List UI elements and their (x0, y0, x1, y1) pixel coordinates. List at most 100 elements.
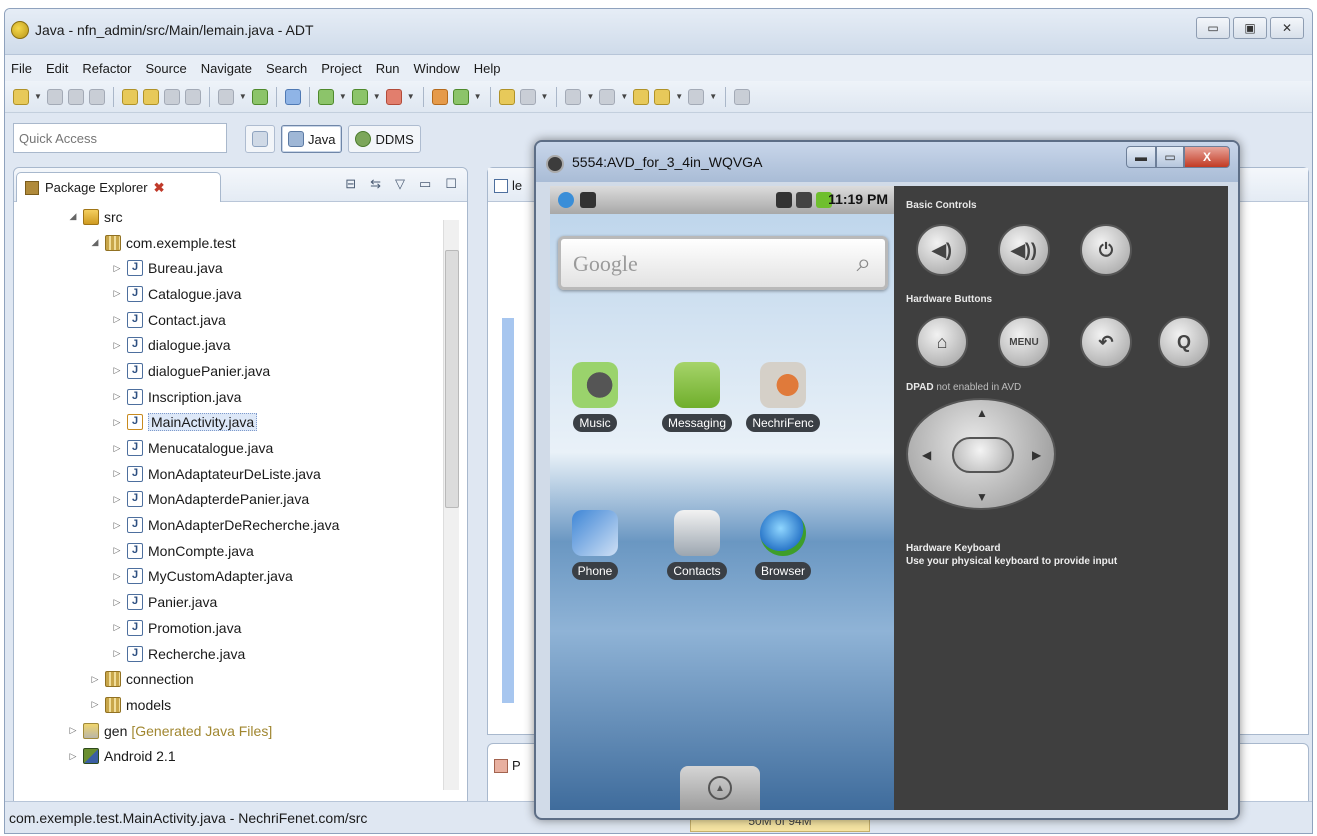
checkbox-dropdown-icon[interactable]: ▼ (239, 92, 247, 101)
dpad-left-icon[interactable]: ◀ (922, 448, 931, 462)
tree-item[interactable]: ▷ Menucatalogue.java (14, 435, 444, 461)
menu-refactor[interactable]: Refactor (82, 61, 131, 76)
tree-item[interactable]: ◢ com.exemple.test (14, 230, 444, 256)
collapsed-arrow-icon[interactable]: ▷ (66, 725, 80, 736)
editor-tab[interactable]: le (494, 178, 522, 193)
menu-project[interactable]: Project (321, 61, 361, 76)
window-icon[interactable] (163, 88, 180, 105)
collapsed-arrow-icon[interactable]: ▷ (110, 263, 124, 274)
android-sdk-icon[interactable] (251, 88, 268, 105)
app-drawer-handle[interactable]: ▲ (680, 766, 760, 810)
tree-item[interactable]: ◢ src (14, 204, 444, 230)
new-dropdown-icon[interactable]: ▼ (34, 92, 42, 101)
view-menu-icon[interactable]: ▽ (395, 176, 405, 192)
collapsed-arrow-icon[interactable]: ▷ (110, 417, 124, 428)
java-perspective-button[interactable]: Java (281, 125, 343, 153)
menu-help[interactable]: Help (474, 61, 501, 76)
collapsed-arrow-icon[interactable]: ▷ (110, 545, 124, 556)
collapsed-arrow-icon[interactable]: ▷ (110, 443, 124, 454)
app-messaging[interactable]: Messaging (652, 362, 742, 435)
tree-item[interactable]: ▷ Contact.java (14, 307, 444, 333)
open-perspective-button[interactable] (245, 125, 275, 153)
tree-item[interactable]: ▷ Panier.java (14, 589, 444, 615)
tree-item[interactable]: ▷ Inscription.java (14, 384, 444, 410)
pencil-dropdown-icon[interactable]: ▼ (541, 92, 549, 101)
menu-source[interactable]: Source (146, 61, 187, 76)
tree-item[interactable]: ▷ dialoguePanier.java (14, 358, 444, 384)
collapsed-arrow-icon[interactable]: ▷ (110, 622, 124, 633)
power-button[interactable]: ⏻ (1080, 224, 1132, 276)
package-explorer-tab[interactable]: Package Explorer ✖ (16, 172, 221, 202)
menu-edit[interactable]: Edit (46, 61, 68, 76)
tree-item[interactable]: ▷ Bureau.java (14, 255, 444, 281)
back-dropdown-icon[interactable]: ▼ (675, 92, 683, 101)
collapsed-arrow-icon[interactable]: ▷ (66, 751, 80, 762)
dpad-down-icon[interactable]: ▼ (976, 490, 988, 504)
tree-item[interactable]: ▷ dialogue.java (14, 332, 444, 358)
emulator-maximize-button[interactable]: ▭ (1156, 146, 1184, 168)
collapsed-arrow-icon[interactable]: ▷ (88, 674, 102, 685)
layout-icon[interactable] (184, 88, 201, 105)
collapsed-arrow-icon[interactable]: ▷ (110, 648, 124, 659)
emulator-minimize-button[interactable]: ▬ (1126, 146, 1156, 168)
package-tree-scrollbar[interactable] (443, 220, 459, 790)
tree-item[interactable]: ▷ MyCustomAdapter.java (14, 564, 444, 590)
emulator-close-button[interactable]: X (1184, 146, 1230, 168)
tree-item[interactable]: ▷ Catalogue.java (14, 281, 444, 307)
tree-item[interactable]: ▷ MonAdapterdePanier.java (14, 487, 444, 513)
link-editor-icon[interactable]: ⇆ (370, 176, 381, 192)
next-annotation-dropdown-icon[interactable]: ▼ (586, 92, 594, 101)
pen-icon[interactable] (142, 88, 159, 105)
minimize-view-icon[interactable]: ▭ (419, 176, 431, 192)
expanded-arrow-icon[interactable]: ◢ (66, 211, 80, 222)
external-tools-icon[interactable] (385, 88, 402, 105)
new-class-icon[interactable] (452, 88, 469, 105)
app-phone[interactable]: Phone (550, 510, 640, 583)
collapsed-arrow-icon[interactable]: ▷ (110, 571, 124, 582)
run-icon[interactable] (351, 88, 368, 105)
next-annotation-icon[interactable] (565, 88, 582, 105)
checkbox-icon[interactable] (217, 88, 234, 105)
debug-icon[interactable] (317, 88, 334, 105)
app-contacts[interactable]: Contacts (652, 510, 742, 583)
volume-down-button[interactable]: ◀) (916, 224, 968, 276)
app-nechrifenet[interactable]: NechriFenc (738, 362, 828, 435)
collapse-all-icon[interactable]: ⊟ (345, 176, 356, 192)
new-package-icon[interactable] (431, 88, 448, 105)
scrollbar-thumb[interactable] (445, 250, 459, 508)
maximize-button[interactable]: ▣ (1233, 17, 1267, 39)
collapsed-arrow-icon[interactable]: ▷ (110, 494, 124, 505)
dpad-up-icon[interactable]: ▲ (976, 406, 988, 420)
tree-item[interactable]: ▷ MainActivity.java (14, 410, 444, 436)
tree-item[interactable]: ▷ MonCompte.java (14, 538, 444, 564)
dpad-right-icon[interactable]: ▶ (1032, 448, 1041, 462)
close-button[interactable]: ✕ (1270, 17, 1304, 39)
search-icon[interactable]: ⌕ (856, 247, 871, 279)
menu-window[interactable]: Window (414, 61, 460, 76)
debug-dropdown-icon[interactable]: ▼ (339, 92, 347, 101)
new-icon[interactable] (13, 88, 29, 105)
search-button[interactable]: Q (1158, 316, 1210, 368)
pencil-icon[interactable] (519, 88, 536, 105)
tree-item[interactable]: ▷ Android 2.1 (14, 743, 444, 769)
last-edit-icon[interactable] (633, 88, 650, 105)
maximize-view-icon[interactable]: ☐ (445, 176, 457, 192)
run-dropdown-icon[interactable]: ▼ (373, 92, 381, 101)
open-folder-icon[interactable] (498, 88, 515, 105)
forward-icon[interactable] (688, 88, 705, 105)
close-tab-icon[interactable]: ✖ (154, 180, 165, 196)
dpad-control[interactable]: ▲ ▼ ◀ ▶ (906, 398, 1056, 510)
collapsed-arrow-icon[interactable]: ▷ (110, 288, 124, 299)
collapsed-arrow-icon[interactable]: ▷ (110, 314, 124, 325)
minimize-button[interactable]: ▭ (1196, 17, 1230, 39)
prev-annotation-dropdown-icon[interactable]: ▼ (620, 92, 628, 101)
collapsed-arrow-icon[interactable]: ▷ (110, 468, 124, 479)
collapsed-arrow-icon[interactable]: ▷ (88, 699, 102, 710)
tree-item[interactable]: ▷ MonAdaptateurDeListe.java (14, 461, 444, 487)
volume-up-button[interactable]: ◀)) (998, 224, 1050, 276)
tree-item[interactable]: ▷ Recherche.java (14, 641, 444, 667)
forward-dropdown-icon[interactable]: ▼ (709, 92, 717, 101)
collapsed-arrow-icon[interactable]: ▷ (110, 520, 124, 531)
print-icon[interactable] (88, 88, 105, 105)
collapsed-arrow-icon[interactable]: ▷ (110, 597, 124, 608)
